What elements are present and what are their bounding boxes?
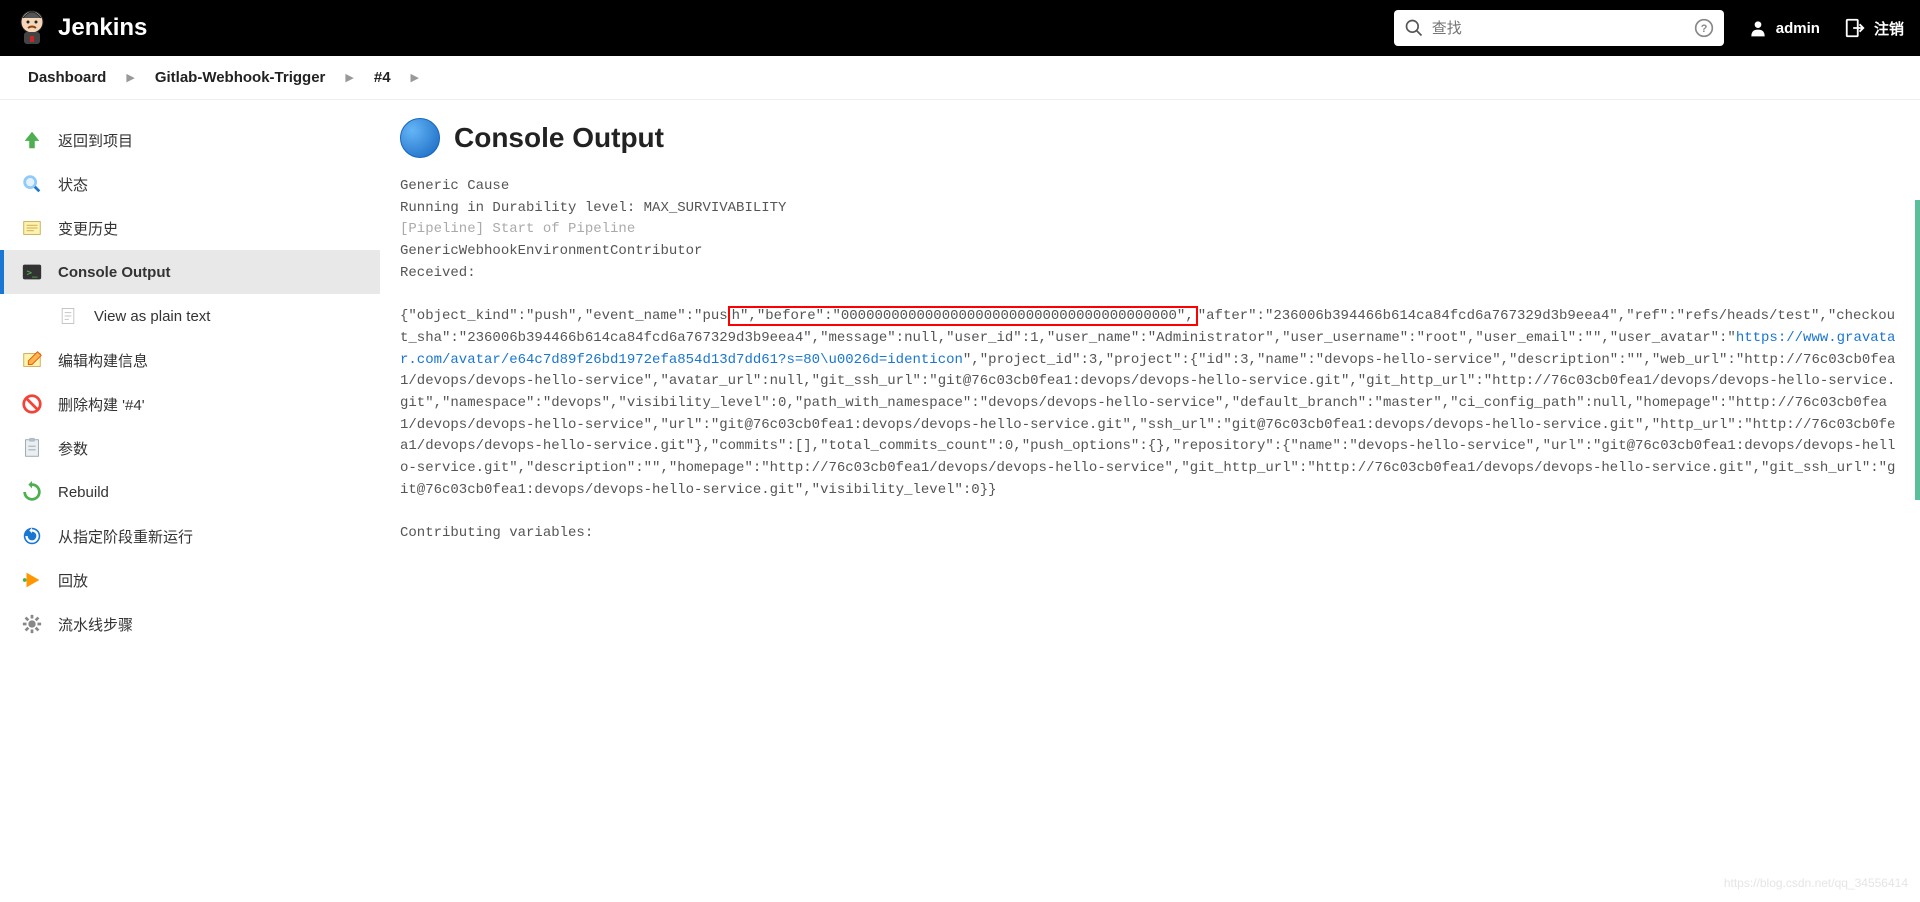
svg-text:>_: >_ xyxy=(27,268,39,279)
main-content: Console Output Generic Cause Running in … xyxy=(380,100,1920,902)
forbidden-icon xyxy=(20,392,44,416)
sidebar-item-label: 从指定阶段重新运行 xyxy=(58,526,193,547)
jenkins-logo[interactable]: Jenkins xyxy=(16,8,147,48)
magnifier-icon xyxy=(20,172,44,196)
sidebar-item-label: Rebuild xyxy=(58,484,109,501)
sidebar-item-params[interactable]: 参数 xyxy=(0,426,380,470)
breadcrumb-dashboard[interactable]: Dashboard xyxy=(20,69,114,86)
refresh-blue-icon xyxy=(20,524,44,548)
json-text: {"object_kind":"push","event_name":"pus xyxy=(400,308,728,324)
user-menu[interactable]: admin xyxy=(1748,18,1820,38)
watermark: https://blog.csdn.net/qq_34556414 xyxy=(1724,876,1908,890)
highlighted-region: h","before":"000000000000000000000000000… xyxy=(728,306,1198,326)
sidebar-item-label: 参数 xyxy=(58,438,88,459)
console-line: Received: xyxy=(400,263,1900,285)
console-line: GenericWebhookEnvironmentContributor xyxy=(400,241,1900,263)
console-json: {"object_kind":"push","event_name":"push… xyxy=(400,306,1895,498)
help-icon[interactable]: ? xyxy=(1694,18,1714,38)
sidebar-item-plaintext[interactable]: View as plain text xyxy=(0,294,380,338)
document-icon xyxy=(56,304,80,328)
sidebar-item-status[interactable]: 状态 xyxy=(0,162,380,206)
json-text: ","project_id":3,"project":{"id":3,"name… xyxy=(400,352,1895,498)
sidebar-item-label: 回放 xyxy=(58,570,88,591)
user-icon xyxy=(1748,18,1768,38)
username-label: admin xyxy=(1776,20,1820,37)
clipboard-icon xyxy=(20,436,44,460)
breadcrumb: Dashboard ▶ Gitlab-Webhook-Trigger ▶ #4 … xyxy=(0,56,1920,100)
build-status-ball-icon xyxy=(400,118,440,158)
sidebar-item-restart-stage[interactable]: 从指定阶段重新运行 xyxy=(0,514,380,558)
sidebar-item-label: 状态 xyxy=(58,174,88,195)
logout-label: 注销 xyxy=(1874,18,1904,39)
edit-icon xyxy=(20,348,44,372)
breadcrumb-build[interactable]: #4 xyxy=(366,69,399,86)
search-box[interactable]: ? xyxy=(1394,10,1724,46)
refresh-green-icon xyxy=(20,480,44,504)
sidebar-item-label: 编辑构建信息 xyxy=(58,350,148,371)
console-line: [Pipeline] Start of Pipeline xyxy=(400,219,1900,241)
sidebar-item-rebuild[interactable]: Rebuild xyxy=(0,470,380,514)
notepad-icon xyxy=(20,216,44,240)
svg-text:?: ? xyxy=(1700,23,1707,35)
brand-text: Jenkins xyxy=(58,14,147,42)
search-icon xyxy=(1404,18,1424,38)
right-gutter xyxy=(1915,200,1920,500)
logout-button[interactable]: 注销 xyxy=(1844,17,1904,39)
sidebar: 返回到项目 状态 变更历史 >_ Console Output View as … xyxy=(0,100,380,902)
chevron-icon: ▶ xyxy=(337,71,361,84)
console-line: Running in Durability level: MAX_SURVIVA… xyxy=(400,198,1900,220)
logout-icon xyxy=(1844,17,1866,39)
sidebar-item-label: View as plain text xyxy=(94,308,210,325)
chevron-icon: ▶ xyxy=(118,71,142,84)
console-output: Generic Cause Running in Durability leve… xyxy=(400,176,1900,545)
play-orange-icon xyxy=(20,568,44,592)
sidebar-item-label: 删除构建 '#4' xyxy=(58,394,145,415)
sidebar-item-pipeline-steps[interactable]: 流水线步骤 xyxy=(0,602,380,646)
sidebar-item-label: Console Output xyxy=(58,264,171,281)
gear-icon xyxy=(20,612,44,636)
main-layout: 返回到项目 状态 变更历史 >_ Console Output View as … xyxy=(0,100,1920,902)
sidebar-item-label: 变更历史 xyxy=(58,218,118,239)
console-line: Generic Cause xyxy=(400,176,1900,198)
sidebar-item-delete[interactable]: 删除构建 '#4' xyxy=(0,382,380,426)
sidebar-item-label: 返回到项目 xyxy=(58,130,133,151)
sidebar-item-replay[interactable]: 回放 xyxy=(0,558,380,602)
sidebar-item-label: 流水线步骤 xyxy=(58,614,133,635)
page-title: Console Output xyxy=(454,122,664,154)
breadcrumb-job[interactable]: Gitlab-Webhook-Trigger xyxy=(147,69,334,86)
jenkins-mascot-icon xyxy=(16,8,48,48)
sidebar-item-back[interactable]: 返回到项目 xyxy=(0,118,380,162)
sidebar-item-console[interactable]: >_ Console Output xyxy=(0,250,380,294)
sidebar-item-changes[interactable]: 变更历史 xyxy=(0,206,380,250)
top-header: Jenkins ? admin 注销 xyxy=(0,0,1920,56)
console-line: Contributing variables: xyxy=(400,523,1900,545)
page-title-row: Console Output xyxy=(400,118,1900,158)
up-arrow-icon xyxy=(20,128,44,152)
sidebar-item-edit[interactable]: 编辑构建信息 xyxy=(0,338,380,382)
search-input[interactable] xyxy=(1432,20,1686,37)
chevron-icon: ▶ xyxy=(403,71,427,84)
terminal-icon: >_ xyxy=(20,260,44,284)
